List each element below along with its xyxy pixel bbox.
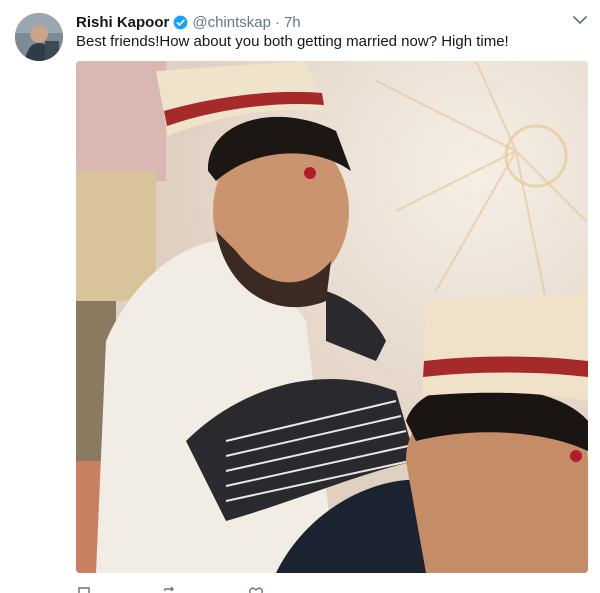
photo-illustration: [76, 61, 588, 573]
tweet-actions: [76, 585, 264, 593]
author-name[interactable]: Rishi Kapoor: [76, 14, 169, 31]
tweet-timestamp[interactable]: 7h: [284, 14, 301, 31]
author-avatar[interactable]: [15, 13, 63, 61]
retweet-icon[interactable]: [162, 585, 178, 593]
verified-badge-icon: [173, 15, 188, 29]
tweet-text: Best friends!How about you both getting …: [76, 33, 509, 50]
like-icon[interactable]: [248, 585, 264, 593]
tweet-card[interactable]: Rishi Kapoor @chintskap · 7h Best friend…: [0, 0, 600, 593]
avatar-image: [15, 13, 63, 61]
chevron-down-icon[interactable]: [572, 12, 588, 28]
tweet-header: Rishi Kapoor @chintskap · 7h: [76, 12, 301, 32]
author-handle[interactable]: @chintskap: [192, 14, 271, 31]
reply-icon[interactable]: [76, 585, 92, 593]
tweet-photo[interactable]: [76, 61, 588, 573]
header-separator: ·: [274, 13, 280, 31]
